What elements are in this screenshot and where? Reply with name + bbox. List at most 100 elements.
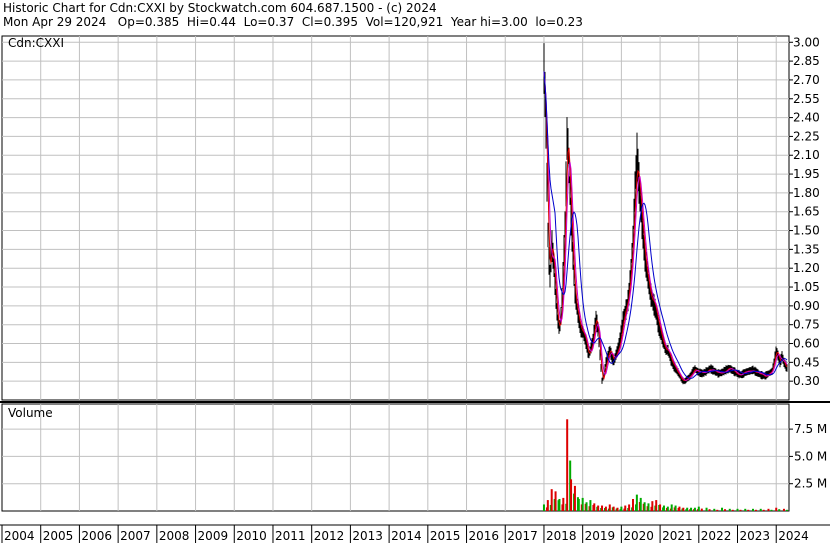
volume-bar (762, 509, 765, 511)
x-tick-label: 2014 (391, 529, 422, 543)
volume-bar (558, 498, 561, 511)
x-tick-label: 2016 (469, 529, 500, 543)
volume-bar (635, 494, 638, 511)
volume-bar (608, 504, 611, 511)
price-tick-label: 0.90 (793, 299, 820, 313)
price-tick-label: 1.65 (793, 205, 820, 219)
price-tick-label: 1.50 (793, 224, 820, 238)
volume-bar (775, 507, 778, 511)
volume-bar (562, 497, 565, 511)
volume-bar (573, 485, 576, 511)
volume-bar (566, 419, 569, 511)
volume-bar (550, 489, 553, 511)
volume-bar (662, 505, 665, 511)
x-tick-label: 2022 (701, 529, 732, 543)
volume-bar (736, 508, 739, 511)
volume-bar (643, 502, 646, 511)
price-tick-label: 3.00 (793, 35, 820, 49)
volume-bar (754, 509, 757, 511)
volume-bar (631, 498, 634, 511)
x-tick-label: 2010 (236, 529, 267, 543)
x-tick-label: 2018 (546, 529, 577, 543)
volume-bar (747, 509, 750, 511)
volume-bar (670, 504, 673, 511)
price-tick-label: 1.80 (793, 186, 820, 200)
volume-bar (628, 504, 631, 511)
x-tick-label: 2006 (81, 529, 112, 543)
volume-bar (751, 508, 754, 511)
volume-bar (767, 508, 770, 511)
volume-bar (620, 506, 623, 511)
x-tick-label: 2007 (120, 529, 151, 543)
price-tick-label: 2.55 (793, 92, 820, 106)
price-tick-label: 1.20 (793, 261, 820, 275)
chart-canvas: 2004 2005 2006 2007 2008 2009 2010 2011 2012 2013… (0, 35, 830, 543)
volume-bar (724, 509, 727, 511)
volume-bar (639, 497, 642, 511)
x-tick-label: 2020 (623, 529, 654, 543)
price-tick-label: 2.10 (793, 148, 820, 162)
volume-panel-border (1, 403, 790, 512)
stock-chart: Historic Chart for Cdn:CXXI by Stockwatc… (0, 0, 830, 543)
volume-bar (686, 507, 689, 511)
x-tick-label: 2012 (314, 529, 345, 543)
volume-bar (601, 505, 604, 511)
volume-bar (759, 508, 762, 511)
volume-bar (554, 491, 557, 511)
volume-bar (546, 500, 549, 511)
volume-bar (542, 504, 545, 511)
volume-bar (570, 479, 573, 511)
volume-bar (693, 507, 696, 511)
volume-bar (674, 505, 677, 511)
volume-bar (744, 508, 747, 511)
volume-bar (682, 507, 685, 511)
price-tick-label: 0.75 (793, 318, 820, 332)
volume-bar (716, 509, 719, 511)
x-tick-label: 2024 (778, 529, 809, 543)
volume-bar (666, 506, 669, 511)
price-tick-label: 2.70 (793, 73, 820, 87)
axis-labels: 2004 2005 2006 2007 2008 2009 2010 2011 2012 2013… (1, 35, 827, 543)
x-tick-label: 2009 (198, 529, 229, 543)
volume-bar (782, 508, 785, 511)
price-tick-label: 0.60 (793, 337, 820, 351)
x-tick-label: 2019 (585, 529, 616, 543)
volume-bar (700, 508, 703, 511)
x-tick-label: 2008 (159, 529, 190, 543)
price-tick-label: 2.40 (793, 111, 820, 125)
volume-bar (739, 509, 742, 511)
volume-bar (604, 506, 607, 511)
x-tick-label: 2005 (43, 529, 74, 543)
volume-bars (542, 419, 788, 511)
volume-bar (770, 509, 773, 511)
price-tick-label: 0.45 (793, 355, 820, 369)
volume-bar (624, 505, 627, 511)
volume-bar (585, 502, 588, 511)
price-tick-label: 2.25 (793, 129, 820, 143)
volume-bar (708, 509, 711, 511)
volume-bar (678, 506, 681, 511)
volume-bar (593, 503, 596, 511)
price-tick-label: 1.95 (793, 167, 820, 181)
x-tick-label: 2023 (740, 529, 771, 543)
price-tick-label: 2.85 (793, 54, 820, 68)
volume-bar (705, 507, 708, 511)
x-tick-label: 2021 (662, 529, 693, 543)
volume-tick-label: 7.5 M (794, 422, 827, 436)
x-tick-label: 2015 (430, 529, 461, 543)
volume-bar (589, 500, 592, 511)
x-tick-label: 2004 (4, 529, 35, 543)
volume-bar (647, 503, 650, 511)
price-panel-label: Cdn:CXXI (8, 36, 64, 50)
price-bars (543, 43, 788, 385)
volume-bar (690, 507, 693, 511)
price-tick-label: 0.30 (793, 374, 820, 388)
volume-bar (597, 505, 600, 511)
price-tick-label: 1.05 (793, 280, 820, 294)
chart-frame (0, 35, 830, 526)
volume-bar (697, 506, 700, 511)
volume-bar (659, 504, 662, 511)
volume-bar (785, 509, 788, 511)
volume-bar (778, 509, 781, 511)
grid-lines (2, 36, 789, 511)
